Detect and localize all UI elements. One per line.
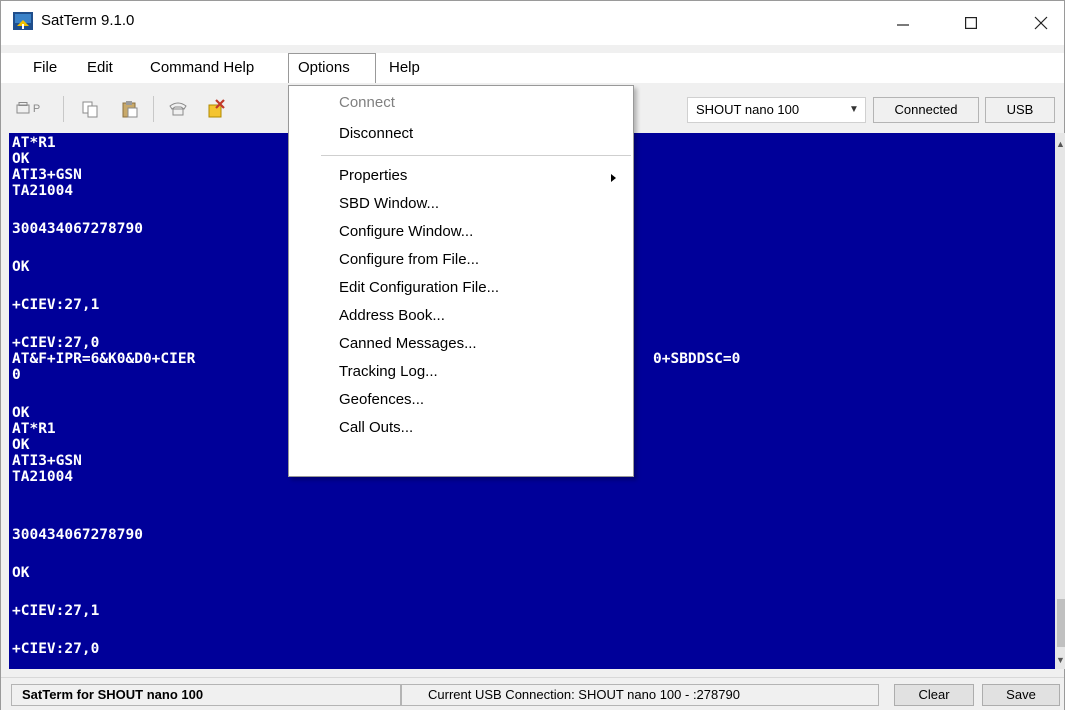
terminal-line: AT&F+IPR=6&K0&D0+CIER [12, 351, 196, 367]
toolbar-separator [63, 96, 64, 122]
copy-icon [82, 101, 98, 118]
menu-item-disconnect[interactable]: Disconnect [339, 120, 413, 148]
terminal-line: OK [12, 151, 30, 167]
menu-edit[interactable]: Edit [78, 53, 122, 83]
connection-status-button[interactable]: Connected [873, 97, 979, 123]
copy-button[interactable] [79, 98, 101, 120]
menu-item-connect[interactable]: Connect [339, 89, 395, 117]
maximize-icon [965, 17, 977, 29]
scrollbar-thumb[interactable] [1057, 599, 1065, 647]
menu-item-tracking-log[interactable]: Tracking Log... [339, 358, 438, 386]
menu-item-geofences[interactable]: Geofences... [339, 386, 424, 414]
terminal-line: TA21004 [12, 183, 74, 199]
save-button[interactable]: Save [982, 684, 1060, 706]
menu-item-edit-configuration-file[interactable]: Edit Configuration File... [339, 274, 499, 302]
menu-item-call-outs[interactable]: Call Outs... [339, 414, 413, 442]
menu-separator [321, 155, 631, 156]
menu-command-help[interactable]: Command Help [141, 53, 263, 83]
menu-bar: File Edit Command Help Options Help [1, 53, 1064, 83]
terminal-line: 0 [12, 367, 21, 383]
terminal-line: 300434067278790 [12, 221, 143, 237]
terminal-line: +CIEV:27,0 [12, 641, 100, 657]
terminal-line: 300434067278790 [12, 527, 143, 543]
menu-item-configure-from-file[interactable]: Configure from File... [339, 246, 479, 274]
menu-item-configure-window[interactable]: Configure Window... [339, 218, 473, 246]
status-connection-info: Current USB Connection: SHOUT nano 100 -… [401, 684, 879, 706]
menu-item-address-book[interactable]: Address Book... [339, 302, 445, 330]
maximize-button[interactable] [948, 1, 994, 45]
terminal-line: ATI3+GSN [12, 167, 82, 183]
terminal-line: OK [12, 565, 30, 581]
toolbar-separator [153, 96, 154, 122]
menu-help[interactable]: Help [380, 53, 429, 83]
paste-icon [122, 101, 138, 118]
terminal-line: TA21004 [12, 469, 74, 485]
app-window: SatTerm 9.1.0 File Edit Command Help Opt… [0, 0, 1065, 710]
title-bar[interactable]: SatTerm 9.1.0 [1, 1, 1064, 45]
connection-type-button[interactable]: USB [985, 97, 1055, 123]
app-icon [13, 12, 33, 30]
close-button[interactable] [1018, 1, 1064, 45]
close-icon [1034, 16, 1048, 30]
menu-item-sbd-window[interactable]: SBD Window... [339, 190, 439, 218]
phone-icon [169, 102, 187, 116]
device-select[interactable]: SHOUT nano 100 ▼ [687, 97, 866, 123]
terminal-line: AT*R1 [12, 421, 56, 437]
clear-button[interactable]: Clear [894, 684, 974, 706]
print-preview-button[interactable]: P [13, 98, 43, 120]
window-title: SatTerm 9.1.0 [41, 12, 135, 29]
chevron-down-icon[interactable]: ▼ [1055, 653, 1065, 667]
status-app-label: SatTerm for SHOUT nano 100 [11, 684, 401, 706]
menu-options[interactable]: Options [288, 53, 376, 83]
paste-button[interactable] [119, 98, 141, 120]
submenu-arrow-icon [611, 174, 616, 182]
terminal-line: OK [12, 259, 30, 275]
clear-icon [208, 99, 225, 118]
options-dropdown-menu: Connect Disconnect Properties SBD Window… [288, 85, 634, 477]
terminal-line: +CIEV:27,1 [12, 297, 100, 313]
device-select-value: SHOUT nano 100 [696, 102, 800, 117]
terminal-line: +CIEV:27,0 [12, 335, 100, 351]
minimize-button[interactable] [880, 1, 926, 45]
terminal-line: OK [12, 405, 30, 421]
menu-item-canned-messages[interactable]: Canned Messages... [339, 330, 477, 358]
terminal-line: ATI3+GSN [12, 453, 82, 469]
terminal-line: AT*R1 [12, 135, 56, 151]
chevron-up-icon[interactable]: ▲ [1055, 137, 1065, 151]
print-preview-icon [16, 102, 30, 114]
print-preview-label: P [32, 103, 41, 115]
phone-button[interactable] [166, 98, 190, 120]
menu-file[interactable]: File [24, 53, 66, 83]
minimize-icon [897, 24, 909, 26]
terminal-line: +CIEV:27,1 [12, 603, 100, 619]
terminal-scrollbar[interactable]: ▲ ▼ [1055, 133, 1065, 669]
terminal-line: OK [12, 437, 30, 453]
status-bar: SatTerm for SHOUT nano 100 Current USB C… [1, 677, 1064, 710]
clear-screen-button[interactable] [204, 98, 228, 120]
menu-item-properties[interactable]: Properties [339, 162, 407, 190]
chevron-down-icon: ▼ [849, 104, 859, 115]
terminal-line-tail: 0+SBDDSC=0 [653, 351, 741, 367]
